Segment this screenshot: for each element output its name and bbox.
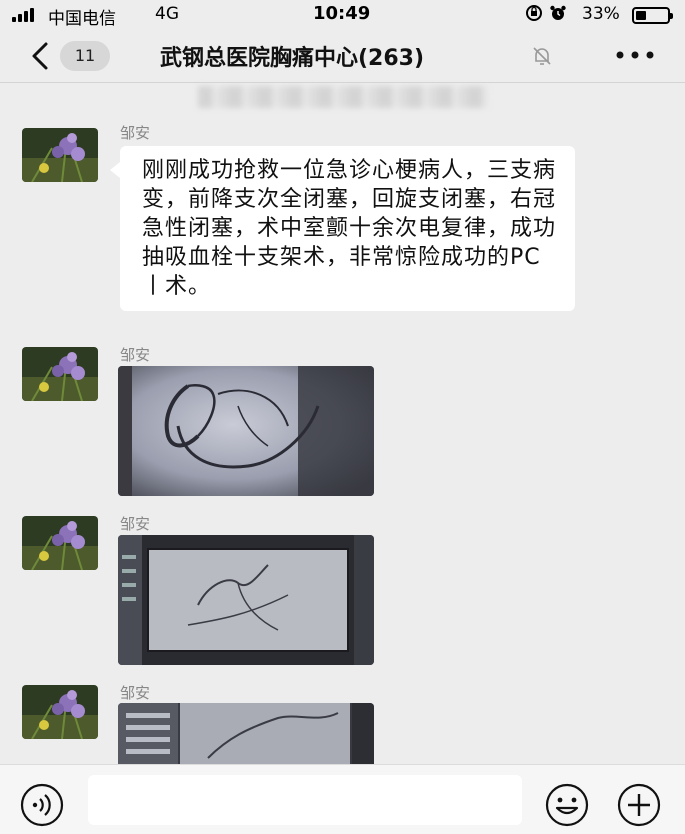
alarm-icon	[550, 5, 566, 20]
chat-header: 11 武钢总医院胸痛中心(263)	[0, 30, 685, 82]
lock-rotation-icon	[526, 5, 542, 21]
unread-badge[interactable]: 11	[60, 41, 110, 71]
sender-name: 邹安	[120, 124, 151, 142]
angiogram-monitor-photo[interactable]	[118, 703, 374, 764]
battery-fill	[636, 11, 646, 20]
input-bar	[0, 764, 685, 834]
flower-avatar-image	[22, 347, 98, 401]
battery-icon	[632, 7, 673, 24]
message-bubble[interactable]: 刚刚成功抢救一位急诊心梗病人，三支病变，前降支次全闭塞，回旋支闭塞，右冠急性闭塞…	[110, 146, 575, 311]
sender-name: 邹安	[120, 515, 151, 533]
signal-icon	[12, 8, 34, 22]
angiogram-image[interactable]	[118, 366, 374, 496]
chevron-left-icon[interactable]	[26, 38, 56, 74]
avatar[interactable]	[22, 347, 98, 401]
avatar[interactable]	[22, 685, 98, 739]
angiogram-monitor-photo[interactable]	[118, 535, 374, 665]
sender-name: 邹安	[120, 684, 151, 702]
network-type: 4G	[155, 4, 179, 24]
bell-muted-icon	[533, 47, 551, 65]
flower-avatar-image	[22, 516, 98, 570]
flower-avatar-image	[22, 685, 98, 739]
status-time: 10:49	[313, 3, 371, 24]
plus-circle-icon[interactable]	[616, 782, 662, 828]
status-bar: 中国电信 4G 10:49 33%	[0, 0, 685, 30]
smiley-icon[interactable]	[544, 782, 590, 828]
voice-icon[interactable]	[20, 783, 64, 827]
message-input[interactable]	[88, 775, 522, 825]
header-divider	[0, 82, 685, 83]
sender-name: 邹安	[120, 346, 151, 364]
avatar[interactable]	[22, 128, 98, 182]
avatar[interactable]	[22, 516, 98, 570]
battery-percent: 33%	[582, 4, 620, 24]
redacted-area	[198, 86, 488, 108]
ellipsis-icon[interactable]	[615, 50, 655, 60]
chat-title: 武钢总医院胸痛中心(263)	[160, 46, 425, 71]
flower-avatar-image	[22, 128, 98, 182]
carrier-label: 中国电信	[48, 9, 116, 29]
